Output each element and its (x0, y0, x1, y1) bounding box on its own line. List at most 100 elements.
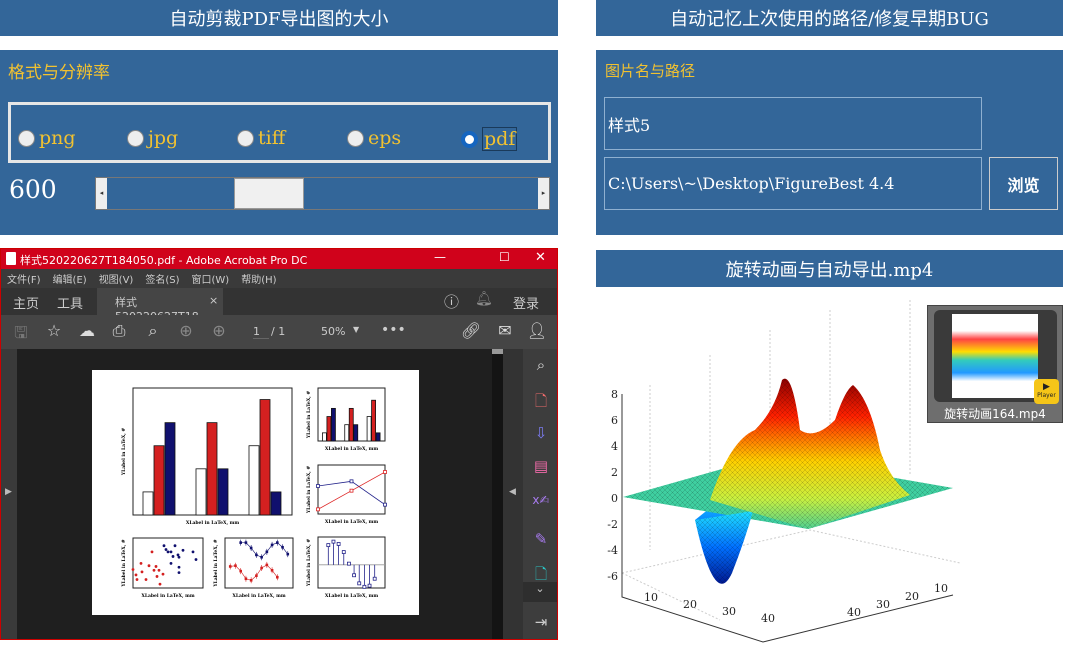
browse-button[interactable]: 浏览 (989, 157, 1058, 210)
upload-cloud-icon[interactable]: ☁ (76, 321, 98, 340)
login-button[interactable]: 登录 (513, 293, 539, 312)
share-link-icon[interactable]: 🔗︎ (460, 321, 482, 340)
slider-left-arrow[interactable]: ◂ (96, 178, 107, 209)
resolution-slider[interactable]: ◂ ▸ (95, 177, 550, 210)
data-point (260, 566, 263, 570)
radio-button-icon[interactable] (461, 130, 478, 148)
page-number-input[interactable]: 1 (253, 325, 269, 339)
tick-label: -6 (607, 570, 618, 583)
figure-name-input[interactable]: 样式5 (604, 97, 982, 150)
stem-marker (367, 583, 372, 588)
minimize-button[interactable]: — (434, 250, 446, 264)
fill-sign-icon[interactable]: x✍ (529, 493, 553, 507)
menu-item[interactable]: 视图(V) (99, 271, 134, 286)
page-up-icon[interactable]: ⊕ (175, 321, 197, 340)
create-pdf-icon[interactable]: 🗋 (529, 391, 553, 416)
bookmark-star-icon[interactable]: ☆ (43, 321, 65, 340)
maximize-button[interactable]: ☐ (499, 250, 510, 264)
tab-document[interactable]: 样式520220627T18... × (97, 288, 223, 323)
menu-item[interactable]: 编辑(E) (53, 271, 87, 286)
add-user-icon[interactable]: 👤︎ (526, 321, 548, 340)
radio-button-icon[interactable] (237, 129, 254, 147)
y-axis-label: YLabel in LaTeX, # (306, 466, 312, 515)
data-point (281, 545, 284, 549)
radio-tiff[interactable]: tiff (237, 127, 285, 149)
radio-label: png (39, 127, 76, 149)
path-input[interactable]: C:\Users\~\Desktop\FigureBest 4.4 (604, 157, 982, 210)
zoom-level[interactable]: 50% (321, 325, 345, 338)
bell-icon[interactable]: 🔔︎ (475, 291, 493, 307)
tab-close-icon[interactable]: × (209, 294, 218, 307)
print-icon[interactable]: ⎙ (108, 321, 130, 341)
mail-icon[interactable]: ✉ (494, 321, 516, 340)
zoom-dropdown-icon[interactable]: ▼ (353, 325, 359, 334)
zoom-tool-icon[interactable]: ⌕ (529, 356, 553, 374)
collapse-pane-icon[interactable]: ⇥ (529, 613, 553, 631)
radio-button-icon[interactable] (127, 129, 144, 147)
tick-label: 20 (905, 590, 919, 603)
radio-jpg[interactable]: jpg (127, 127, 178, 149)
save-icon[interactable]: 🖫 (10, 322, 32, 349)
animation-header: 旋转动画与自动导出.mp4 (596, 250, 1063, 287)
page-down-icon[interactable]: ⊕ (208, 321, 230, 340)
y-axis-label: YLabel in LaTeX, # (213, 539, 219, 588)
data-point (255, 553, 258, 557)
bar (270, 491, 282, 516)
player-label: Player (1037, 392, 1056, 399)
radio-button-icon[interactable] (18, 129, 35, 147)
tick-label: -2 (607, 518, 618, 531)
scatter-point (157, 568, 161, 572)
x-axis-ticks: 10 20 30 40 (644, 591, 775, 625)
slider-thumb[interactable] (234, 178, 305, 209)
video-thumbnail[interactable]: ▶ Player 旋转动画164.mp4 (927, 305, 1063, 423)
zoom-search-icon[interactable]: ⌕ (142, 321, 164, 341)
data-point (276, 541, 279, 544)
vertical-scrollbar[interactable] (492, 349, 503, 639)
bar (164, 422, 176, 516)
data-point (234, 564, 237, 567)
request-signature-icon[interactable]: ✎ (529, 530, 553, 548)
menu-item[interactable]: 帮助(H) (241, 271, 276, 286)
x-axis-label: XLabel in LaTeX, mm (232, 593, 286, 599)
export-pdf-icon[interactable]: ⇩ (529, 424, 553, 442)
more-icon[interactable]: ••• (381, 322, 406, 338)
tab-home[interactable]: 主页 (13, 293, 39, 312)
radio-label: eps (368, 127, 402, 149)
organize-pages-icon[interactable]: ▤ (529, 457, 553, 475)
radio-eps[interactable]: eps (347, 127, 401, 149)
stem-marker (326, 543, 331, 548)
menu-item[interactable]: 文件(F) (7, 271, 41, 286)
y-axis-label: YLabel in LaTeX, # (121, 539, 127, 588)
format-section-label: 格式与分辨率 (8, 63, 110, 83)
menu-item[interactable]: 签名(S) (145, 271, 179, 286)
data-point (286, 552, 290, 556)
close-button[interactable]: ✕ (535, 250, 546, 265)
radio-button-icon[interactable] (347, 129, 364, 147)
stem-marker (352, 573, 356, 578)
bar (326, 416, 332, 442)
data-point (383, 502, 387, 507)
video-preview (952, 314, 1038, 398)
scatter-point (154, 565, 158, 568)
radio-pdf[interactable]: pdf (461, 127, 518, 151)
tab-tools[interactable]: 工具 (57, 293, 83, 312)
data-point (249, 579, 253, 582)
help-icon[interactable]: ⓘ (444, 291, 459, 312)
left-panel-toggle[interactable]: ▶ (1, 349, 17, 639)
tick-label: 10 (644, 591, 658, 604)
data-point (255, 574, 258, 577)
bar (248, 445, 260, 516)
scatter-point (147, 564, 151, 568)
menu-item[interactable]: 窗口(W) (192, 271, 230, 286)
scatter-point (131, 568, 135, 571)
radio-png[interactable]: png (18, 127, 76, 149)
menu-bar: 文件(F) 编辑(E) 视图(V) 签名(S) 窗口(W) 帮助(H) (1, 269, 557, 288)
expand-tools-icon[interactable]: ⌄ (523, 582, 557, 602)
scatter-point (177, 565, 181, 569)
slider-right-arrow[interactable]: ▸ (538, 178, 549, 209)
scatter-point (152, 568, 156, 572)
scatter-point (177, 555, 181, 559)
tick-label: 0 (611, 492, 618, 505)
bar (331, 407, 336, 442)
right-panel-toggle[interactable]: ◀ (503, 349, 523, 639)
